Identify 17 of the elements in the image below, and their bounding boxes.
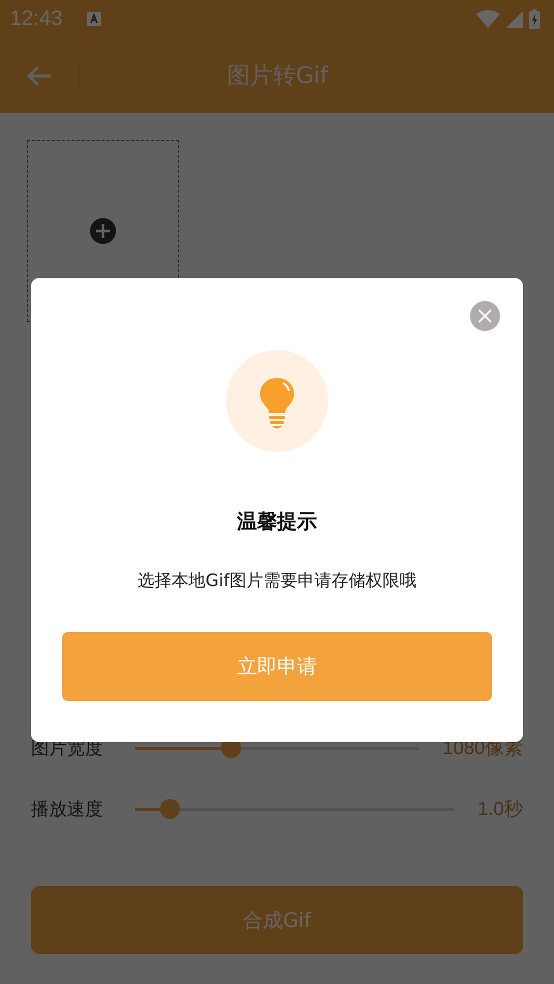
- close-icon[interactable]: [470, 301, 500, 331]
- dialog-title: 温馨提示: [237, 508, 317, 535]
- screen-title: 图片转Gif: [226, 62, 330, 91]
- keyboard-notification-icon: [86, 12, 101, 26]
- compose-button[interactable]: 合成Gif: [31, 886, 523, 954]
- lightbulb-icon: [226, 350, 328, 452]
- setting-label: 播放速度: [31, 798, 104, 821]
- dialog-message: 选择本地Gif图片需要申请存储权限哦: [138, 570, 416, 592]
- add-icon: [90, 218, 116, 244]
- back-arrow-icon[interactable]: [26, 64, 52, 86]
- battery-icon: [529, 9, 540, 29]
- signal-icon: [506, 10, 523, 28]
- status-time: 12:43: [10, 7, 63, 31]
- apply-button[interactable]: 立即申请: [62, 632, 492, 701]
- wifi-icon: [476, 10, 500, 28]
- setting-value: 1.0秒: [478, 798, 523, 822]
- slider-thumb[interactable]: [160, 799, 180, 819]
